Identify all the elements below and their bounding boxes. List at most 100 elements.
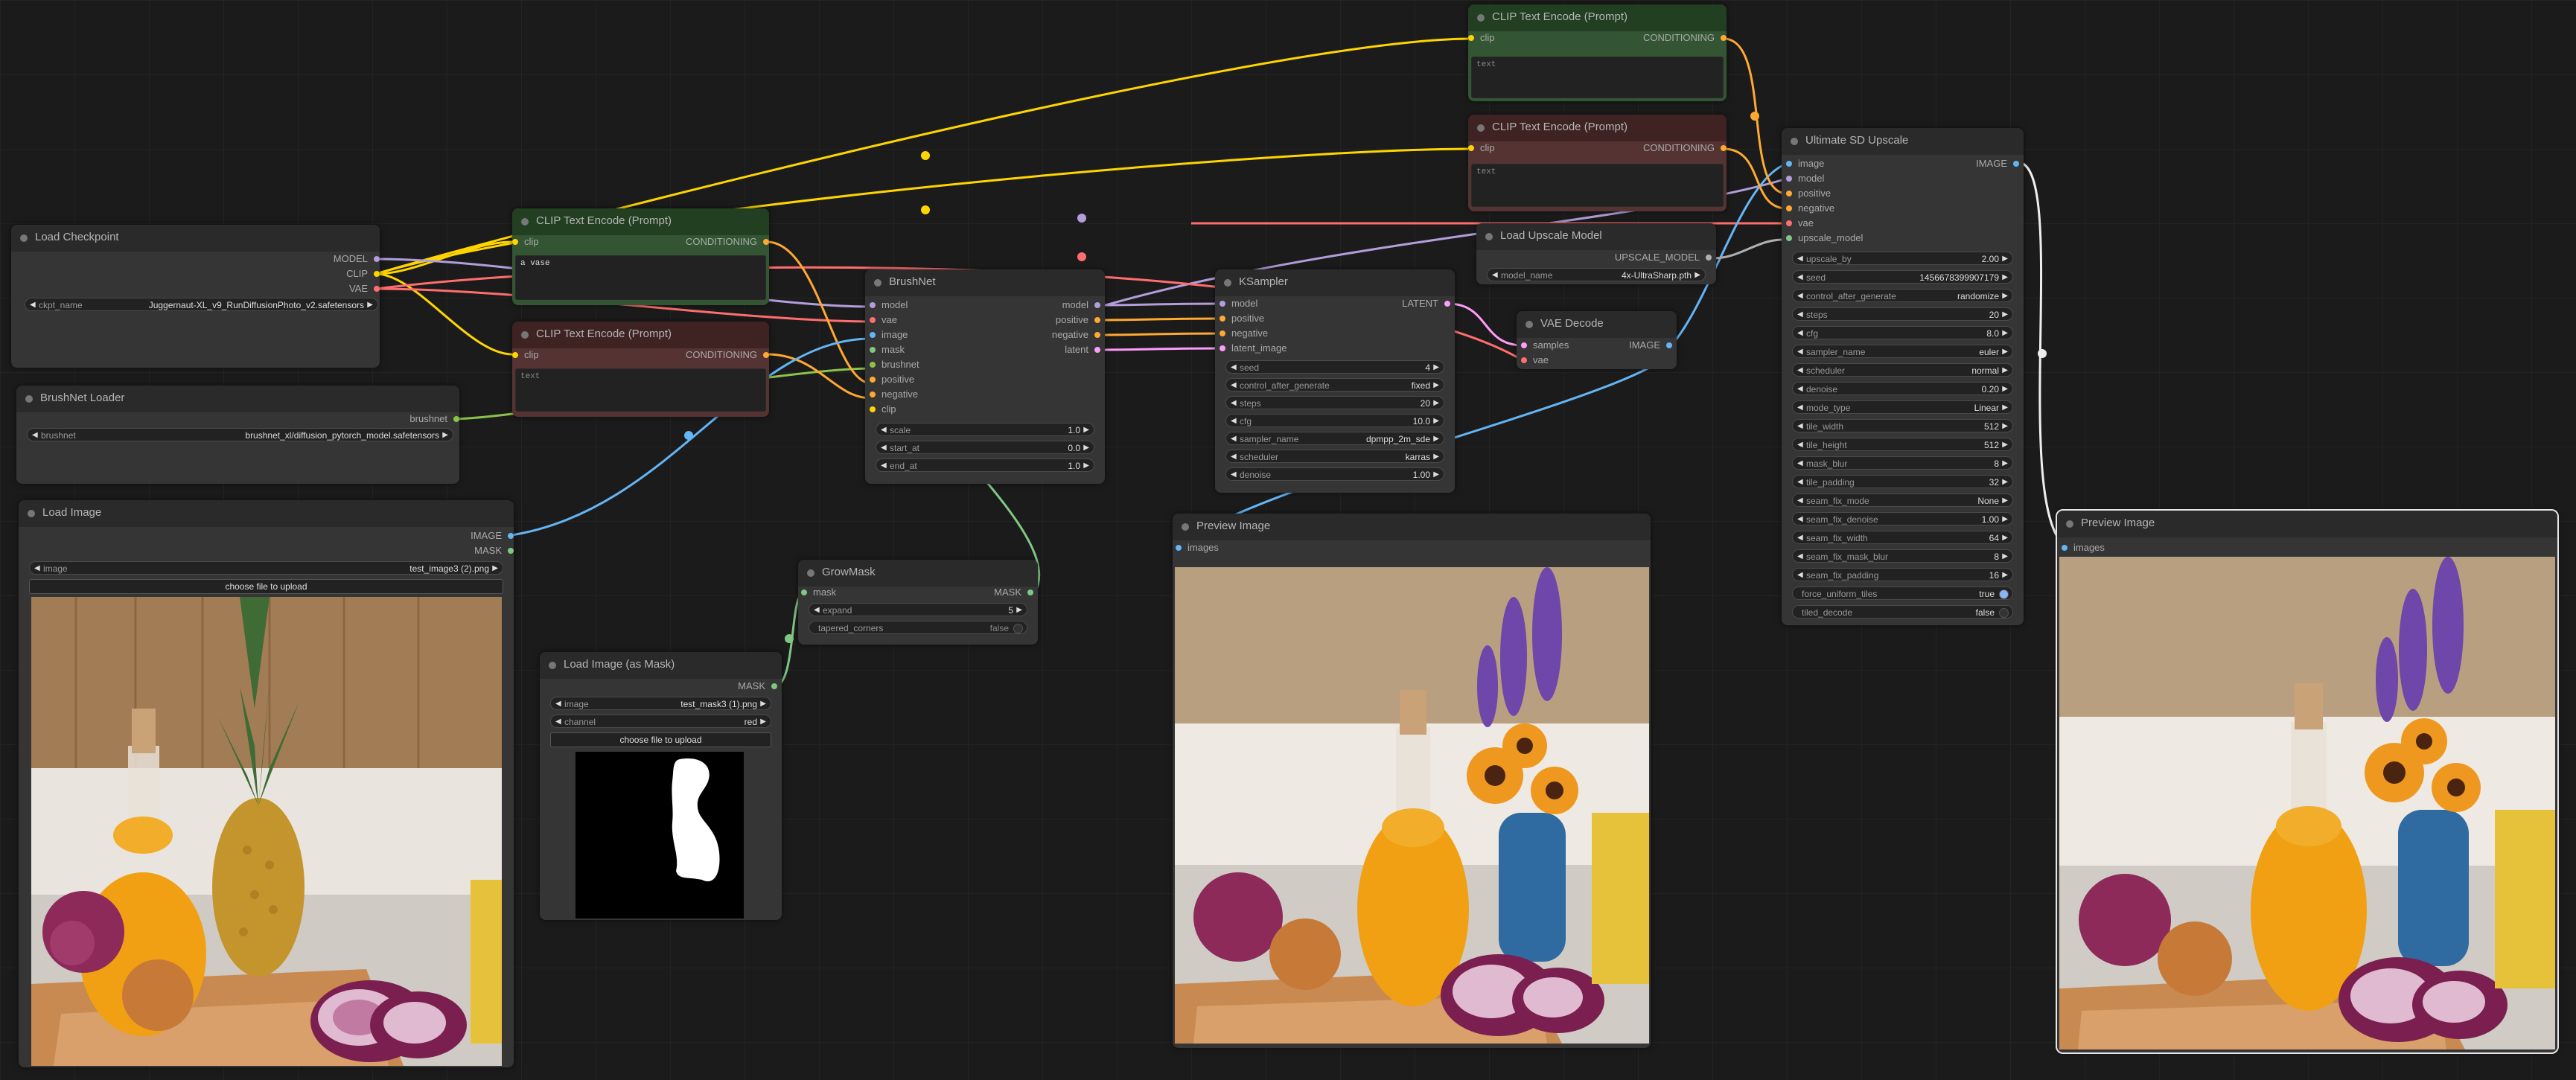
image-combo[interactable]: ◀ image test_image3 (2).png ▶ [29,561,503,575]
upscale-widget-cfg[interactable]: ◀ cfg 8.0 ▶ [1792,326,2013,339]
input-clip[interactable]: clip [870,403,896,415]
input-latent-image[interactable]: latent_image [1220,342,1287,354]
input-mask[interactable]: mask [801,587,836,598]
collapse-dot-icon[interactable] [521,218,529,226]
prompt-textarea[interactable]: a vase [515,255,766,300]
collapse-dot-icon[interactable] [807,569,814,577]
collapse-dot-icon[interactable] [2066,520,2073,528]
ckpt-name-combo[interactable]: ◀ ckpt_name Juggernaut-XL_v9_RunDiffusionP… [25,298,378,311]
upscale-widget-seam-fix-width[interactable]: ◀ seam_fix_width 64 ▶ [1792,531,2013,544]
expand-number[interactable]: ◀ expand 5 ▶ [809,603,1027,616]
node-preview-image-2[interactable]: Preview Image images [2056,509,2559,1054]
steps-number[interactable]: ◀ steps 20 ▶ [1225,396,1444,409]
upscale-widget-force-uniform-tiles[interactable]: force_uniform_tiles true [1792,587,2013,600]
input-brushnet[interactable]: brushnet [870,359,919,371]
brushnet-combo[interactable]: ◀ brushnet brushnet_xl/diffusion_pytorch_m… [27,428,453,441]
output-image[interactable]: IMAGE [1629,339,1672,351]
collapse-dot-icon[interactable] [1182,523,1189,531]
input-vae[interactable]: vae [1786,217,1814,229]
collapse-dot-icon[interactable] [1525,321,1533,328]
node-clip-text-encode-negative[interactable]: CLIP Text Encode (Prompt) clip CONDITION… [512,322,769,417]
collapse-dot-icon[interactable] [20,234,28,242]
input-images[interactable]: images [2062,542,2105,554]
node-preview-image-1[interactable]: Preview Image images [1173,514,1651,1048]
upscale-widget-scheduler[interactable]: ◀ scheduler normal ▶ [1792,363,2013,377]
choose-file-button[interactable]: choose file to upload [550,732,771,747]
node-load-upscale-model[interactable]: Load Upscale Model UPSCALE_MODEL ◀ model_… [1476,223,1716,284]
output-conditioning[interactable]: CONDITIONING [1643,142,1727,154]
node-clip-text-encode-positive[interactable]: CLIP Text Encode (Prompt) clip CONDITION… [512,208,769,305]
collapse-dot-icon[interactable] [549,662,556,669]
collapse-dot-icon[interactable] [1477,14,1485,22]
input-image[interactable]: image [870,329,908,341]
input-clip[interactable]: clip [512,349,539,361]
input-vae[interactable]: vae [1521,354,1549,366]
upscale-widget-control-after-generate[interactable]: ◀ control_after_generate randomize ▶ [1792,289,2013,302]
input-samples[interactable]: samples [1521,339,1569,351]
node-brushnet-loader[interactable]: BrushNet Loader brushnet ◀ brushnet brushn… [16,386,459,484]
upscale-widget-upscale-by[interactable]: ◀ upscale_by 2.00 ▶ [1792,252,2013,265]
seed-number[interactable]: ◀ seed 4 ▶ [1225,360,1444,374]
input-clip[interactable]: clip [1468,142,1495,154]
output-vae[interactable]: VAE [349,283,380,295]
upscale-widget-seam-fix-denoise[interactable]: ◀ seam_fix_denoise 1.00 ▶ [1792,512,2013,525]
input-negative[interactable]: negative [1786,202,1834,214]
channel-combo[interactable]: ◀ channel red ▶ [550,715,771,728]
upscale-widget-mask-blur[interactable]: ◀ mask_blur 8 ▶ [1792,456,2013,470]
output-mask[interactable]: MASK [994,587,1033,598]
input-positive[interactable]: positive [1786,188,1831,199]
node-load-checkpoint[interactable]: Load Checkpoint MODEL CLIP VAE ◀ ckpt_nam… [11,225,380,368]
denoise-number[interactable]: ◀ denoise 1.00 ▶ [1225,467,1444,481]
node-clip-text-encode-top-1[interactable]: CLIP Text Encode (Prompt) clip CONDITION… [1468,4,1727,101]
output-negative[interactable]: negative [1052,329,1100,341]
tapered-corners-toggle[interactable]: tapered_corners false [809,621,1027,634]
input-model[interactable]: model [870,299,908,311]
image-combo[interactable]: ◀ image test_mask3 (1).png ▶ [550,697,771,710]
input-model[interactable]: model [1786,173,1824,185]
node-load-image-as-mask[interactable]: Load Image (as Mask) MASK ◀ image test_mas… [540,652,782,920]
output-positive[interactable]: positive [1056,314,1100,326]
node-vae-decode[interactable]: VAE Decode samples vae IMAGE [1517,311,1677,369]
prompt-textarea[interactable]: text [515,368,766,412]
output-conditioning[interactable]: CONDITIONING [686,236,769,248]
upscale-widget-seam-fix-mode[interactable]: ◀ seam_fix_mode None ▶ [1792,493,2013,507]
sampler-name-combo[interactable]: ◀ sampler_name dpmpp_2m_sde ▶ [1225,432,1444,445]
node-brushnet[interactable]: BrushNet model vae image mask brushnet p… [865,269,1105,484]
model-name-combo[interactable]: ◀ model_name 4x-UltraSharp.pth ▶ [1487,268,1706,281]
upscale-widget-seam-fix-padding[interactable]: ◀ seam_fix_padding 16 ▶ [1792,568,2013,581]
collapse-dot-icon[interactable] [28,510,35,517]
output-image[interactable]: IMAGE [1976,158,2019,170]
upscale-widget-sampler-name[interactable]: ◀ sampler_name euler ▶ [1792,345,2013,358]
output-brushnet[interactable]: brushnet [409,413,459,425]
collapse-dot-icon[interactable] [1485,233,1493,240]
output-model[interactable]: MODEL [334,253,380,265]
input-positive[interactable]: positive [870,374,914,386]
input-negative[interactable]: negative [1220,327,1268,339]
start-at-number[interactable]: ◀ start_at 0.0 ▶ [876,441,1094,454]
upscale-widget-tile-height[interactable]: ◀ tile_height 512 ▶ [1792,438,2013,451]
input-clip[interactable]: clip [1468,32,1495,44]
output-clip[interactable]: CLIP [346,268,380,280]
output-mask[interactable]: MASK [738,680,777,692]
control-after-generate-combo[interactable]: ◀ control_after_generate fixed ▶ [1225,378,1444,392]
input-negative[interactable]: negative [870,389,918,400]
input-image[interactable]: image [1786,158,1824,170]
input-model[interactable]: model [1220,298,1257,310]
input-upscale-model[interactable]: upscale_model [1786,232,1863,244]
upscale-widget-tiled-decode[interactable]: tiled_decode false [1792,605,2013,619]
node-load-image[interactable]: Load Image IMAGE MASK ◀ image test_image3 … [19,500,514,1067]
choose-file-button[interactable]: choose file to upload [29,579,503,594]
scheduler-combo[interactable]: ◀ scheduler karras ▶ [1225,450,1444,463]
cfg-number[interactable]: ◀ cfg 10.0 ▶ [1225,414,1444,427]
node-clip-text-encode-top-2[interactable]: CLIP Text Encode (Prompt) clip CONDITION… [1468,115,1727,211]
output-model[interactable]: model [1062,299,1100,311]
output-conditioning[interactable]: CONDITIONING [686,349,769,361]
upscale-widget-tile-padding[interactable]: ◀ tile_padding 32 ▶ [1792,475,2013,488]
node-growmask[interactable]: GrowMask mask MASK ◀ expand 5 ▶ tapered_cor… [798,560,1038,645]
collapse-dot-icon[interactable] [1224,279,1231,287]
collapse-dot-icon[interactable] [521,331,529,339]
upscale-widget-seam-fix-mask-blur[interactable]: ◀ seam_fix_mask_blur 8 ▶ [1792,549,2013,563]
output-conditioning[interactable]: CONDITIONING [1643,32,1727,44]
collapse-dot-icon[interactable] [25,395,33,403]
output-mask[interactable]: MASK [474,545,514,557]
